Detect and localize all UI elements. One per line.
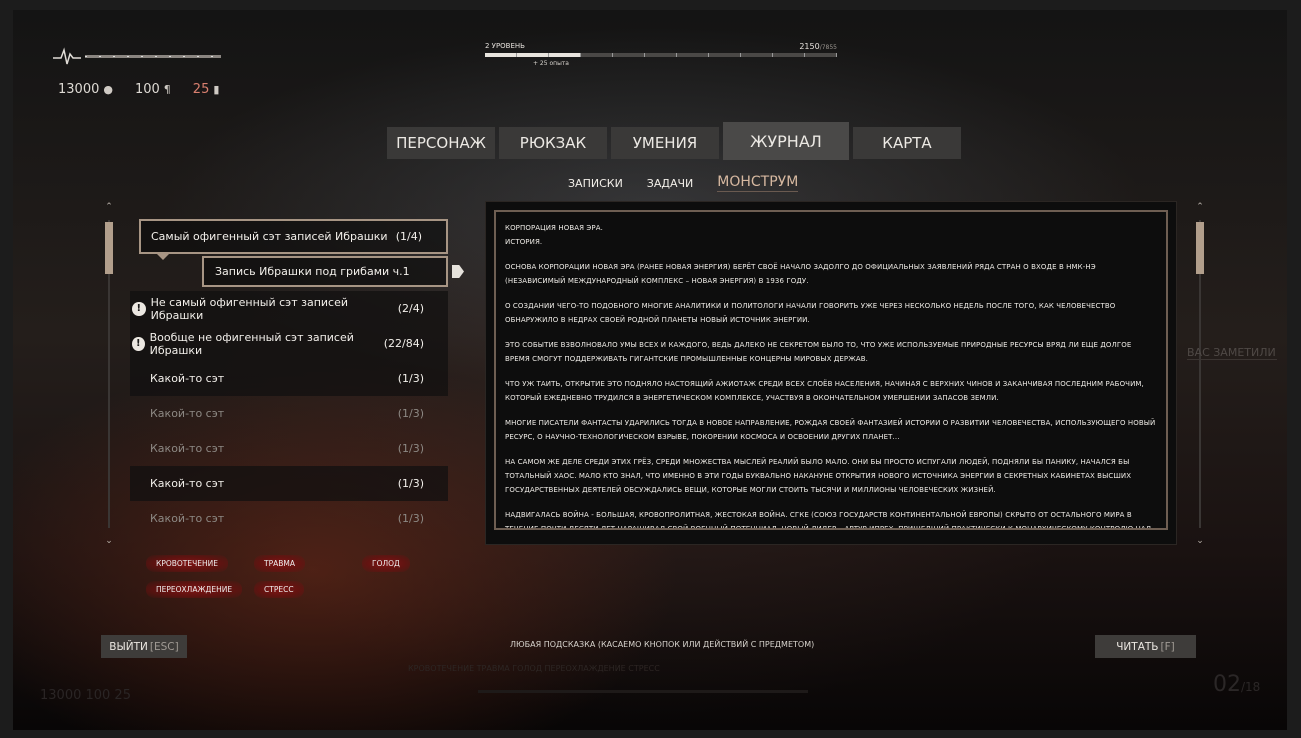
tab-journal[interactable]: ЖУРНАЛ [723,122,849,160]
list-scrollbar[interactable]: ⌃ ⌄ [103,202,115,546]
subtab-notes[interactable]: ЗАПИСКИ [568,177,623,190]
food-value: 100 [134,82,160,97]
health-bar [85,55,221,58]
xp-max: /7855 [819,44,837,51]
article-paragraph: НАДВИГАЛАСЬ ВОЙНА - БОЛЬШАЯ, КРОВОПРОЛИТ… [505,511,1152,530]
article-paragraph: О СОЗДАНИИ ЧЕГО-ТО ПОДОБНОГО МНОГИЕ АНАЛ… [505,302,1116,324]
game-screen: 13000 ● 100 ¶ 25 ▮ 2 УРОВЕНЬ 2150/7855 +… [13,10,1287,730]
warning-icon: ! [132,301,146,316]
warning-icon: ! [132,336,145,351]
article-text[interactable]: КОРПОРАЦИЯ НОВАЯ ЭРА. ИСТОРИЯ. ОСНОВА КО… [494,210,1168,530]
scroll-up-icon[interactable]: ⌃ [103,202,115,212]
list-item-title: Самый офигенный сэт записей Ибрашки [151,230,388,243]
background-counter: 02/18 [1213,672,1261,697]
list-item-count: (2/4) [397,302,424,315]
effect-hunger: ГОЛОД [362,555,410,572]
ammo-value: 25 [192,82,210,97]
article-scrollbar[interactable]: ⌃ ⌄ [1194,202,1206,546]
main-tabs: ПЕРСОНАЖ РЮКЗАК УМЕНИЯ ЖУРНАЛ КАРТА [387,122,961,160]
list-item-count: (1/3) [397,477,424,490]
read-button[interactable]: ЧИТАТЬ [F] [1095,635,1196,658]
effect-trauma: ТРАВМА [254,555,305,572]
list-item-title: Не самый офигенный сэт записей Ибрашки [150,295,349,322]
drop-icon: ● [103,83,113,96]
background-notice: ВАС ЗАМЕТИЛИ [1187,346,1277,360]
xp-current: 2150 [799,42,820,51]
effect-stress: СТРЕСС [254,581,304,598]
scroll-down-icon[interactable]: ⌄ [103,536,115,546]
effect-bleeding: КРОВОТЕЧЕНИЕ [146,555,228,572]
list-item-count: (1/3) [397,442,424,455]
list-item[interactable]: Какой-то сэт (1/3) [130,501,448,536]
list-item-count: (1/3) [397,372,424,385]
list-item-title: Какой-то сэт [150,372,225,385]
background-bar [478,690,808,693]
tab-map[interactable]: КАРТА [853,127,961,159]
exit-button[interactable]: ВЫЙТИ [ESC] [101,635,187,658]
background-hud: 13000 100 25 [40,688,131,703]
article-paragraph: ОСНОВА КОРПОРАЦИИ НОВАЯ ЭРА (РАНЕЕ НОВАЯ… [505,263,1096,285]
list-subitem[interactable]: Запись Ибрашки под грибами ч.1 [202,256,464,287]
entries-list: Самый офигенный сэт записей Ибрашки (1/4… [130,219,464,536]
article-paragraph: НА САМОМ ЖЕ ДЕЛЕ СРЕДИ ЭТИХ ГРЁЗ, СРЕДИ … [505,458,1132,494]
journal-subtabs: ЗАПИСКИ ЗАДАЧИ МОНСТРУМ [568,174,822,192]
list-item-count: (1/3) [397,512,424,525]
article-subheading: ИСТОРИЯ. [505,238,543,246]
list-item[interactable]: Самый офигенный сэт записей Ибрашки (1/4… [139,219,448,260]
list-item-title: Какой-то сэт [150,442,225,455]
article-paragraph: ЧТО УЖ ТАИТЬ, ОТКРЫТИЕ ЭТО ПОДНЯЛО НАСТО… [505,380,1144,402]
read-key: [F] [1160,640,1175,653]
hint-text: ЛЮБАЯ ПОДСКАЗКА (КАСАЕМО КНОПОК ИЛИ ДЕЙС… [510,640,815,649]
list-item[interactable]: Какой-то сэт (1/3) [130,431,448,466]
water-value: 13000 [58,82,100,97]
food-stat: 100 ¶ [135,82,171,97]
subtab-monstrum[interactable]: МОНСТРУМ [717,174,799,192]
exit-label: ВЫЙТИ [109,640,148,653]
fork-knife-icon: ¶ [163,83,171,96]
scroll-up-icon[interactable]: ⌃ [1194,202,1206,212]
list-item[interactable]: ! Не самый офигенный сэт записей Ибрашки … [130,291,448,326]
list-item[interactable]: Какой-то сэт (1/3) [130,361,448,396]
list-item-title: Какой-то сэт [150,477,225,490]
tab-skills[interactable]: УМЕНИЯ [611,127,719,159]
list-scroll-thumb[interactable] [105,222,113,274]
xp-gain: + 25 опыта [533,60,569,67]
list-item-count: (1/4) [395,230,422,243]
article-scroll-thumb[interactable] [1196,222,1204,274]
ammo-stat: 25 ▮ [193,82,220,97]
scroll-down-icon[interactable]: ⌄ [1194,536,1206,546]
background-effects: КРОВОТЕЧЕНИЕ ТРАВМА ГОЛОД ПЕРЕОХЛАЖДЕНИЕ… [408,664,660,673]
list-item-title: Какой-то сэт [150,512,225,525]
heartbeat-icon [53,47,81,65]
bottle-icon: ▮ [213,83,220,96]
effect-hypothermia: ПЕРЕОХЛАЖДЕНИЕ [146,581,243,598]
level-label: 2 УРОВЕНЬ [485,42,525,50]
tab-character[interactable]: ПЕРСОНАЖ [387,127,495,159]
xp-progress-bar [485,53,837,57]
list-item-title: Какой-то сэт [150,407,225,420]
exit-key: [ESC] [149,640,179,653]
article-paragraph: МНОГИЕ ПИСАТЕЛИ ФАНТАСТЫ УДАРИЛИСЬ ТОГДА… [505,419,1156,441]
tab-backpack[interactable]: РЮКЗАК [499,127,607,159]
list-item-title: Запись Ибрашки под грибами ч.1 [215,265,410,278]
article-paragraph: ЭТО СОБЫТИЕ ВЗВОЛНОВАЛО УМЫ ВСЕХ И КАЖДО… [505,341,1132,363]
list-item[interactable]: Какой-то сэт (1/3) [130,396,448,431]
subtab-tasks[interactable]: ЗАДАЧИ [647,177,693,190]
water-stat: 13000 ● [58,82,113,97]
read-label: ЧИТАТЬ [1116,640,1159,653]
list-item-count: (22/84) [383,337,424,350]
list-item[interactable]: ! Вообще не офигенный сэт записей Ибрашки… [130,326,448,361]
xp-bar-widget: 2 УРОВЕНЬ 2150/7855 + 25 опыта [485,42,837,67]
list-item-count: (1/3) [397,407,424,420]
article-panel: КОРПОРАЦИЯ НОВАЯ ЭРА. ИСТОРИЯ. ОСНОВА КО… [485,201,1177,545]
list-item-title: Вообще не офигенный сэт записей Ибрашки [149,330,354,357]
list-item[interactable]: Какой-то сэт (1/3) [130,466,448,501]
hud-stats: 13000 ● 100 ¶ 25 ▮ [58,82,241,97]
article-heading: КОРПОРАЦИЯ НОВАЯ ЭРА. [505,224,603,232]
selected-marker-icon [452,265,464,278]
